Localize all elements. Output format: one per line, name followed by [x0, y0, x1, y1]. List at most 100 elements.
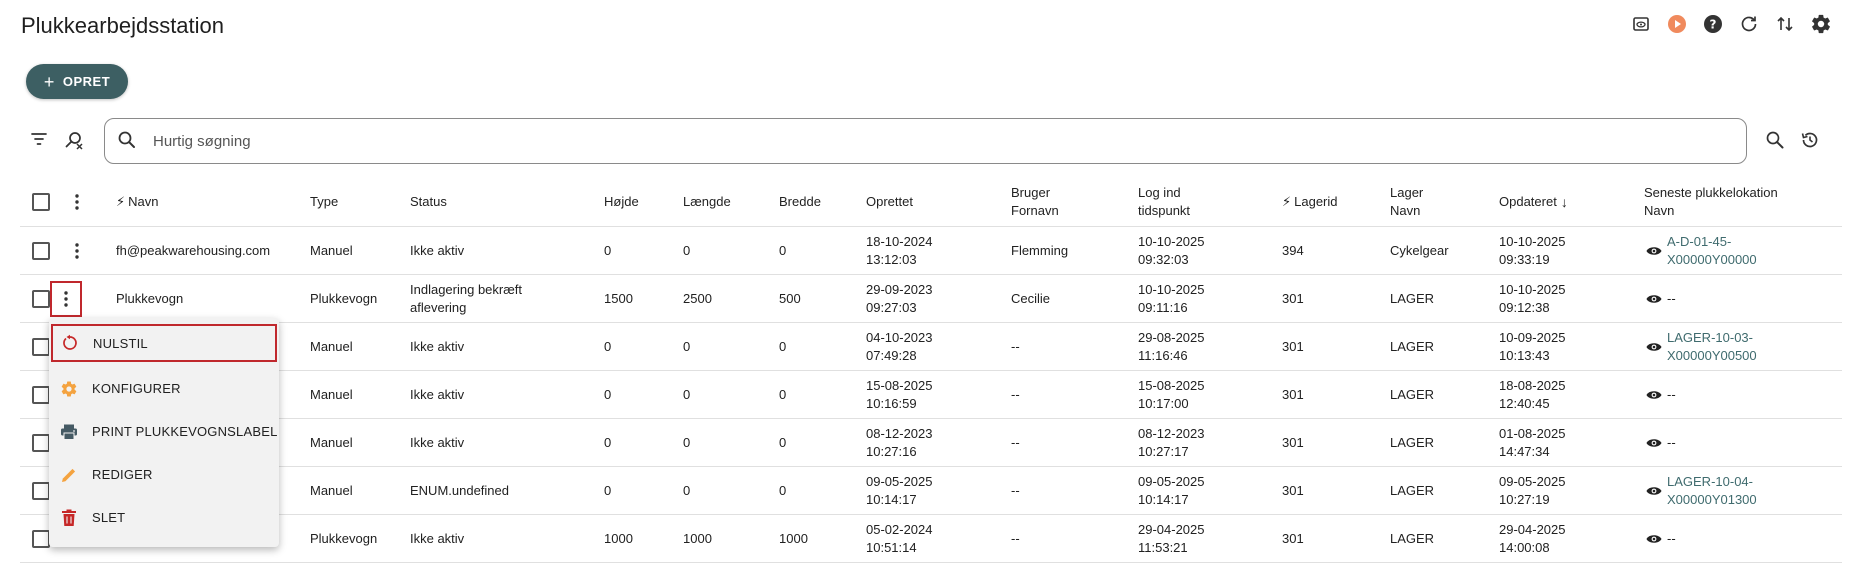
cell-log-ind: 29-04-2025 11:53:21: [1138, 521, 1205, 555]
row-more-icon[interactable]: [50, 281, 82, 317]
zoom-search-icon[interactable]: [1764, 129, 1786, 151]
history-icon[interactable]: [1799, 129, 1821, 151]
row-checkbox[interactable]: [32, 289, 50, 308]
search-off-icon[interactable]: [63, 129, 85, 151]
cell-opdateret: 01-08-2025 14:47:34: [1499, 425, 1566, 459]
refresh-icon[interactable]: [1738, 13, 1760, 35]
cell-opdateret: 18-08-2025 12:40:45: [1499, 377, 1566, 411]
location-empty: --: [1667, 386, 1676, 402]
cell-type: Manuel: [310, 338, 353, 354]
cell-type: Manuel: [310, 242, 353, 258]
cell-hojde: 0: [604, 482, 612, 498]
location-link[interactable]: LAGER-10-04- X00000Y01300: [1667, 474, 1757, 507]
col-header-oprettet[interactable]: Oprettet: [866, 178, 913, 226]
trash-icon: [59, 508, 79, 528]
location-link[interactable]: A-D-01-45- X00000Y00000: [1667, 234, 1757, 267]
cell-oprettet: 08-12-2023 10:27:16: [866, 425, 933, 459]
row-checkbox[interactable]: [32, 481, 50, 500]
menu-item-edit[interactable]: REDIGER: [49, 453, 279, 496]
cell-hojde: 0: [604, 434, 612, 450]
table-row[interactable]: Plukkevogn Ikke aktiv 1000 1000 1000 05-02-20…: [20, 515, 1842, 563]
cell-laengde: 1000: [683, 530, 712, 546]
location-link[interactable]: LAGER-10-03- X00000Y00500: [1667, 330, 1757, 363]
cell-hojde: 0: [604, 386, 612, 402]
table-row[interactable]: Manuel ENUM.undefined 0 0 0 09-05-2025 10:14:1…: [20, 467, 1842, 515]
row-checkbox[interactable]: [32, 241, 50, 260]
menu-item-delete[interactable]: SLET: [49, 496, 279, 539]
row-checkbox[interactable]: [32, 385, 50, 404]
cell-bruger: --: [1011, 482, 1020, 498]
cell-seneste: --: [1646, 275, 1676, 322]
eye-icon[interactable]: [1646, 341, 1662, 353]
col-header-seneste[interactable]: Seneste plukkelokation Navn: [1644, 178, 1804, 226]
eye-icon[interactable]: [1646, 293, 1662, 305]
col-header-hojde[interactable]: Højde: [604, 178, 639, 226]
cell-type: Manuel: [310, 482, 353, 498]
header-more-icon[interactable]: [66, 191, 88, 213]
row-checkbox[interactable]: [32, 529, 50, 548]
menu-item-reset[interactable]: NULSTIL: [51, 324, 277, 362]
cell-type: Manuel: [310, 386, 353, 402]
table-row[interactable]: Manuel Ikke aktiv 0 0 0 08-12-2023 10:27:16 -- 0…: [20, 419, 1842, 467]
table-row[interactable]: Plukkevogn Plukkevogn Indlagering bekræft …: [20, 275, 1842, 323]
col-header-bruger-fornavn[interactable]: Bruger Fornavn: [1011, 178, 1091, 226]
cell-laengde: 0: [683, 482, 691, 498]
cell-type: Plukkevogn: [310, 530, 378, 546]
cell-bruger: --: [1011, 434, 1020, 450]
menu-item-print-label[interactable]: PRINT PLUKKEVOGNSLABEL: [49, 410, 279, 453]
location-empty: --: [1667, 434, 1676, 450]
cell-bredde: 500: [779, 290, 801, 306]
preview-icon[interactable]: [1630, 13, 1652, 35]
row-checkbox[interactable]: [32, 337, 50, 356]
cell-status: Ikke aktiv: [410, 386, 465, 402]
cell-log-ind: 10-10-2025 09:32:03: [1138, 233, 1205, 267]
eye-icon[interactable]: [1646, 437, 1662, 449]
cell-type: Plukkevogn: [310, 290, 378, 306]
search-input[interactable]: [153, 132, 1620, 150]
col-header-navn[interactable]: ⚡ Navn: [116, 178, 159, 226]
cell-lager: LAGER: [1390, 338, 1435, 354]
col-header-lagerid[interactable]: ⚡ Lagerid: [1282, 178, 1338, 226]
cell-seneste: --: [1646, 515, 1676, 562]
search-field[interactable]: [104, 118, 1747, 164]
cell-bruger: --: [1011, 386, 1020, 402]
col-header-status[interactable]: Status: [410, 178, 447, 226]
eye-icon[interactable]: [1646, 389, 1662, 401]
bolt-icon: ⚡: [116, 194, 126, 209]
table-row[interactable]: fh@peakwarehousing.com Manuel Ikke aktiv 0 0…: [20, 227, 1842, 275]
table-header: ⚡ Navn Type Status Højde Længde Bredde Op…: [20, 178, 1842, 227]
menu-item-configure[interactable]: KONFIGURER: [49, 367, 279, 410]
cell-log-ind: 10-10-2025 09:11:16: [1138, 281, 1205, 315]
col-header-opdateret[interactable]: Opdateret ↓: [1499, 178, 1568, 226]
create-button[interactable]: + OPRET: [26, 64, 128, 99]
table-row[interactable]: Manuel Ikke aktiv 0 0 0 04-10-2023 07:49:28 -- 2…: [20, 323, 1842, 371]
cell-status: Ikke aktiv: [410, 242, 465, 258]
settings-gear-icon[interactable]: [1810, 13, 1832, 35]
cell-lagerid: 301: [1282, 338, 1304, 354]
select-all-checkbox[interactable]: [32, 193, 50, 211]
eye-icon[interactable]: [1646, 245, 1662, 257]
row-more-icon[interactable]: [66, 240, 88, 262]
cell-type: Manuel: [310, 434, 353, 450]
col-header-log-ind[interactable]: Log ind tidspunkt: [1138, 178, 1228, 226]
col-header-lager-navn[interactable]: Lager Navn: [1390, 178, 1450, 226]
col-header-laengde[interactable]: Længde: [683, 178, 731, 226]
cell-lagerid: 301: [1282, 434, 1304, 450]
cell-laengde: 2500: [683, 290, 712, 306]
cell-navn: fh@peakwarehousing.com: [116, 242, 271, 258]
col-header-type[interactable]: Type: [310, 178, 338, 226]
cell-status: ENUM.undefined: [410, 482, 509, 498]
col-header-bredde[interactable]: Bredde: [779, 178, 821, 226]
play-icon[interactable]: [1666, 13, 1688, 35]
cell-status: Ikke aktiv: [410, 434, 465, 450]
filter-icon[interactable]: [29, 129, 49, 149]
eye-icon[interactable]: [1646, 485, 1662, 497]
search-icon: [117, 130, 139, 152]
table-row[interactable]: Manuel Ikke aktiv 0 0 0 15-08-2025 10:16:59 -- 1…: [20, 371, 1842, 419]
create-button-label: OPRET: [62, 74, 111, 89]
row-checkbox[interactable]: [32, 433, 50, 452]
sort-arrows-icon[interactable]: [1774, 13, 1796, 35]
cell-seneste: LAGER-10-04- X00000Y01300: [1646, 467, 1757, 514]
eye-icon[interactable]: [1646, 533, 1662, 545]
help-icon[interactable]: ?: [1702, 13, 1724, 35]
